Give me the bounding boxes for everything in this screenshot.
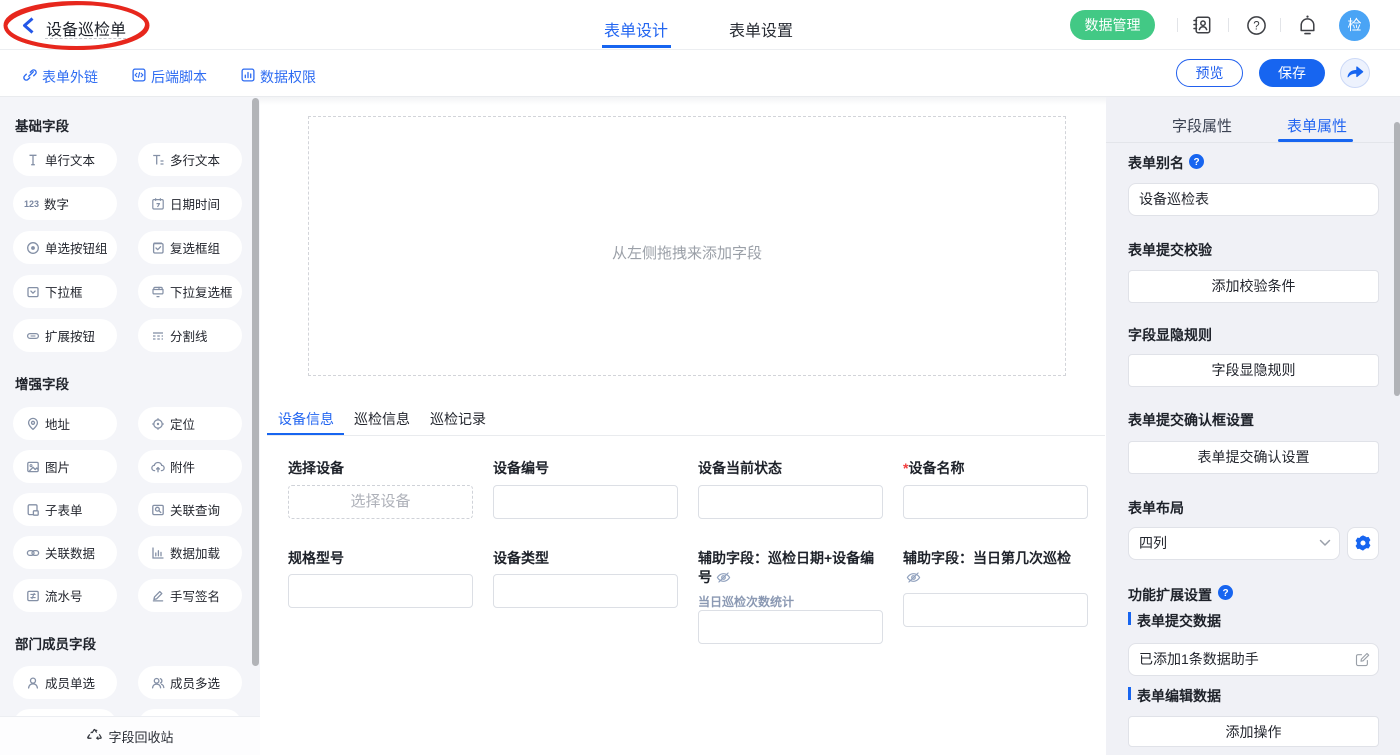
svg-text:?: ? (1193, 157, 1199, 168)
svg-text:?: ? (1222, 588, 1228, 599)
svg-text:?: ? (1253, 21, 1259, 33)
